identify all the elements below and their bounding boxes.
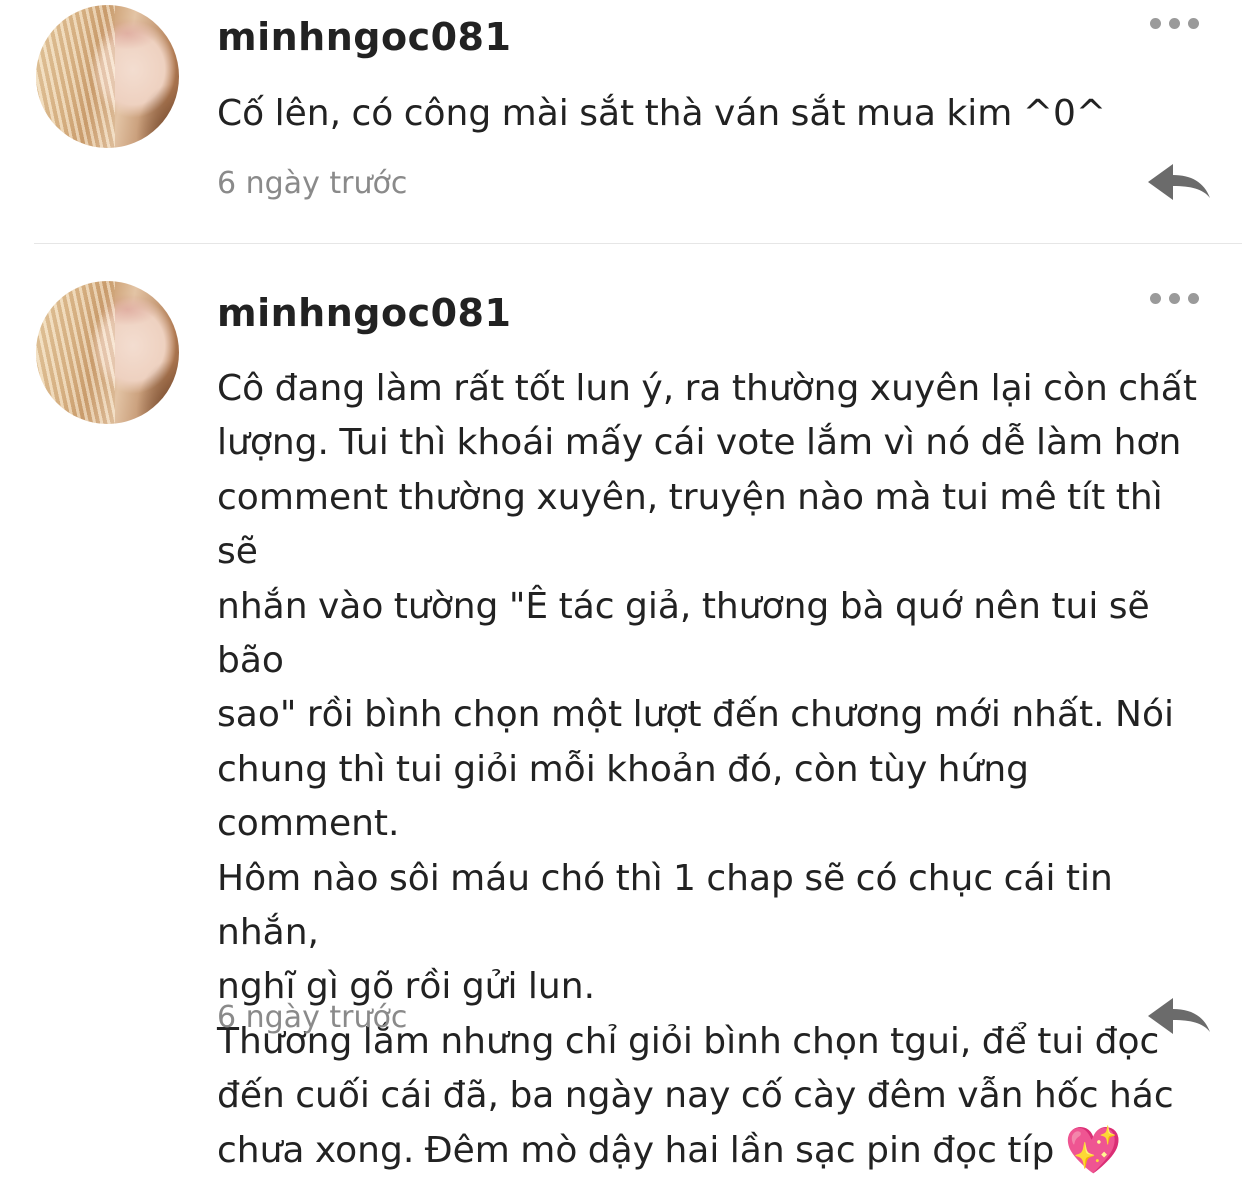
- comment-item: minhngoc081 Cô đang làm rất tốt lun ý, r…: [0, 245, 1242, 1173]
- avatar[interactable]: [36, 5, 179, 148]
- more-options-icon[interactable]: [1150, 290, 1210, 306]
- comment-username[interactable]: minhngoc081: [217, 289, 511, 337]
- comment-username[interactable]: minhngoc081: [217, 13, 511, 61]
- comment-timestamp: 6 ngày trước: [217, 166, 408, 201]
- sparkling-heart-emoji: 💖: [1064, 1122, 1123, 1177]
- comment-item: minhngoc081 Cố lên, có công mài sắt thà …: [0, 0, 1242, 244]
- reply-arrow-icon[interactable]: [1146, 161, 1212, 207]
- comment-divider: [34, 243, 1242, 244]
- avatar[interactable]: [36, 281, 179, 424]
- reply-arrow-icon[interactable]: [1146, 995, 1212, 1041]
- comment-timestamp: 6 ngày trước: [217, 1000, 408, 1035]
- comment-text: Cố lên, có công mài sắt thà ván sắt mua …: [217, 93, 1107, 134]
- more-options-icon[interactable]: [1150, 15, 1210, 31]
- comment-text: Cô đang làm rất tốt lun ý, ra thường xuy…: [217, 362, 1207, 1178]
- comment-text-content: Cô đang làm rất tốt lun ý, ra thường xuy…: [217, 368, 1197, 1171]
